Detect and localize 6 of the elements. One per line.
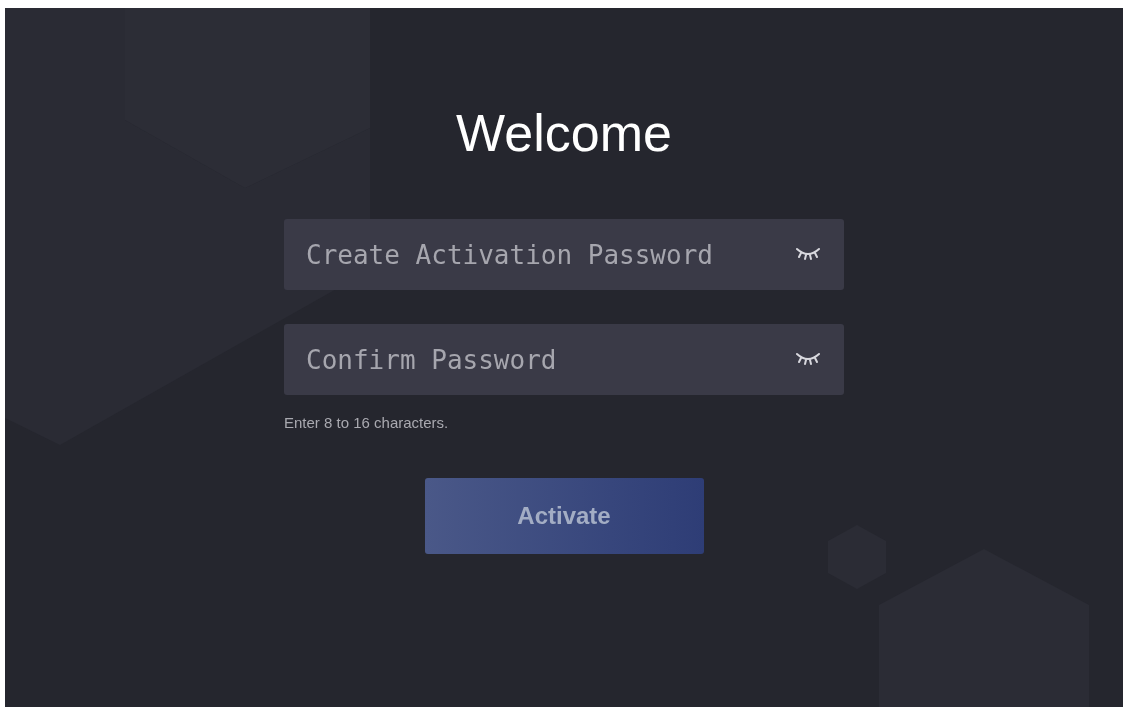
password-field[interactable]: Create Activation Password bbox=[284, 219, 844, 290]
password-field[interactable]: Confirm Password bbox=[284, 324, 844, 395]
closed-eye-icon[interactable] bbox=[796, 352, 820, 366]
hint-text: Enter 8 to 16 characters. bbox=[284, 413, 449, 433]
welcome-title: Welcome bbox=[456, 103, 672, 163]
closed-eye-icon[interactable] bbox=[796, 247, 820, 261]
